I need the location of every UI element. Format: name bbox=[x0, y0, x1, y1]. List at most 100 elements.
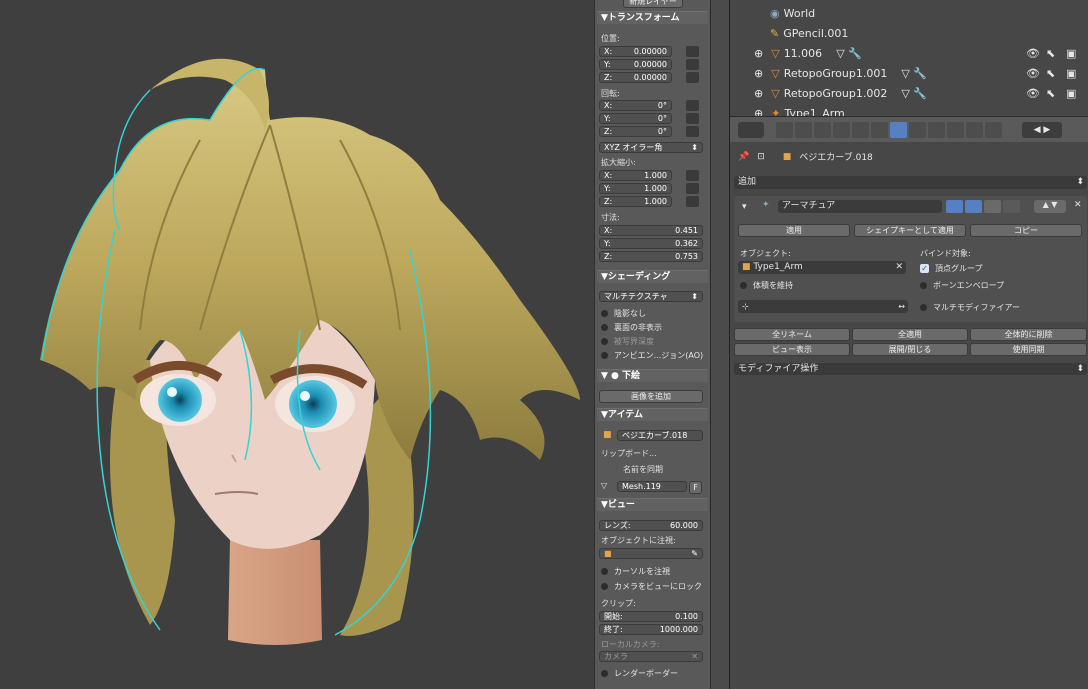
character-head-model[interactable] bbox=[0, 0, 594, 689]
rotation-x-field[interactable]: X: 0° bbox=[599, 100, 672, 111]
expand-collapse-button[interactable]: 展開/閉じる bbox=[852, 343, 968, 356]
toggle-sync-button[interactable]: 使用同期 bbox=[970, 343, 1087, 356]
depth-of-field-toggle[interactable]: 被写界深度 bbox=[601, 336, 654, 347]
editmode-toggle-icon[interactable] bbox=[984, 200, 1001, 213]
data-tab-icon[interactable] bbox=[909, 122, 926, 138]
lock-icon[interactable] bbox=[686, 72, 699, 83]
render-toggle-icon[interactable] bbox=[946, 200, 963, 213]
delete-all-button[interactable]: 全体的に削除 bbox=[970, 328, 1087, 341]
physics-tab-icon[interactable] bbox=[985, 122, 1002, 138]
cage-toggle-icon[interactable] bbox=[1003, 200, 1020, 213]
region-scrollbar[interactable] bbox=[710, 0, 729, 689]
lock-icon[interactable] bbox=[686, 183, 699, 194]
vertex-groups-checkbox[interactable]: ✓ 頂点グループ bbox=[920, 263, 983, 274]
clip-start-field[interactable]: 開始: 0.100 bbox=[599, 611, 703, 622]
constraints-tab-icon[interactable] bbox=[871, 122, 888, 138]
multi-modifier-checkbox[interactable]: マルチモディファイアー bbox=[920, 302, 1020, 313]
sync-name-label[interactable]: 名前を同期 bbox=[623, 464, 663, 475]
outliner-row[interactable]: ✎ GPencil.001 bbox=[730, 24, 1088, 44]
render-tab-icon[interactable] bbox=[776, 122, 793, 138]
3d-viewport[interactable] bbox=[0, 0, 594, 689]
armature-object-field[interactable]: ■ Type1_Arm ✕ bbox=[738, 261, 906, 274]
editor-type-icon[interactable] bbox=[738, 122, 764, 138]
lock-icon[interactable] bbox=[686, 126, 699, 137]
shading-panel-header[interactable]: ▼シェーディング bbox=[597, 270, 708, 283]
modifiers-tab-icon[interactable] bbox=[890, 122, 907, 138]
preserve-volume-checkbox[interactable]: 体積を維持 bbox=[740, 280, 793, 291]
scale-y-field[interactable]: Y: 1.000 bbox=[599, 183, 672, 194]
outliner-row[interactable]: ◉ World bbox=[730, 4, 1088, 24]
modifier-name-field[interactable]: アーマチュア bbox=[778, 200, 942, 213]
rotation-z-field[interactable]: Z: 0° bbox=[599, 126, 672, 137]
dimension-z-field[interactable]: Z: 0.753 bbox=[599, 251, 703, 262]
rotation-y-field[interactable]: Y: 0° bbox=[599, 113, 672, 124]
layers-tab-icon[interactable] bbox=[795, 122, 812, 138]
render-border-toggle[interactable]: レンダーボーダー bbox=[601, 668, 678, 679]
clip-end-field[interactable]: 終了: 1000.000 bbox=[599, 624, 703, 635]
viewport-toggle-icon[interactable] bbox=[965, 200, 982, 213]
add-modifier-select[interactable]: 追加 ⬍ bbox=[734, 176, 1087, 189]
world-tab-icon[interactable] bbox=[833, 122, 850, 138]
lock-camera-toggle[interactable]: カメラをビューにロック bbox=[601, 581, 702, 592]
rotation-mode-select[interactable]: XYZ オイラー角 ⬍ bbox=[599, 142, 703, 153]
move-up-icon[interactable]: ▲ ▼ bbox=[1034, 200, 1066, 213]
collapse-icon[interactable]: ▾ bbox=[742, 202, 747, 212]
lock-icon[interactable] bbox=[686, 170, 699, 181]
lock-icon[interactable] bbox=[686, 46, 699, 57]
location-z-field[interactable]: Z: 0.00000 bbox=[599, 72, 672, 83]
lens-field[interactable]: レンズ: 60.000 bbox=[599, 520, 703, 531]
copy-button[interactable]: コピー bbox=[970, 224, 1082, 237]
bone-envelopes-checkbox[interactable]: ボーンエンベロープ bbox=[920, 280, 1004, 291]
ambient-occlusion-toggle[interactable]: アンビエン...ジョン(AO) bbox=[601, 350, 703, 361]
close-icon[interactable]: ✕ bbox=[1074, 200, 1082, 210]
nav-arrows[interactable]: ◀ ▶ bbox=[1022, 122, 1062, 138]
mesh-data-field[interactable]: Mesh.119 bbox=[617, 481, 687, 492]
location-x-field[interactable]: X: 0.00000 bbox=[599, 46, 672, 57]
add-image-button[interactable]: 画像を追加 bbox=[599, 390, 703, 403]
outliner[interactable]: ◉ World ✎ GPencil.001 ⊕ ▽ 11.006 ▽ 🔧 👁 ⬉ ▣ ⊕ ▽ Ret… bbox=[730, 0, 1088, 116]
apply-as-shape-button[interactable]: シェイプキーとして適用 bbox=[854, 224, 966, 237]
backface-culling-toggle[interactable]: 裏面の非表示 bbox=[601, 322, 662, 333]
lock-icon[interactable] bbox=[686, 196, 699, 207]
viewport-display-button[interactable]: ビュー表示 bbox=[734, 343, 850, 356]
lock-icon[interactable] bbox=[686, 59, 699, 70]
shadeless-toggle[interactable]: 陰影なし bbox=[601, 308, 646, 319]
apply-all-button[interactable]: 全適用 bbox=[852, 328, 968, 341]
background-images-header[interactable]: ▼ ● 下絵 bbox=[597, 369, 708, 382]
local-camera-label: ローカルカメラ: bbox=[601, 640, 660, 649]
new-layer-button[interactable]: 新規レイヤー bbox=[623, 0, 683, 8]
fake-user-button[interactable]: F bbox=[689, 481, 702, 494]
scene-tab-icon[interactable] bbox=[814, 122, 831, 138]
lock-cursor-toggle[interactable]: カーソルを注視 bbox=[601, 566, 670, 577]
texture-tab-icon[interactable] bbox=[947, 122, 964, 138]
outliner-row[interactable]: ⊕ ▽ 11.006 ▽ 🔧 👁 ⬉ ▣ bbox=[730, 44, 1088, 64]
dimension-y-field[interactable]: Y: 0.362 bbox=[599, 238, 703, 249]
material-tab-icon[interactable] bbox=[928, 122, 945, 138]
modifier-ops-select[interactable]: モディファイア操作 ⬍ bbox=[734, 363, 1087, 375]
lock-object-field[interactable]: ■ ✎ bbox=[599, 548, 703, 559]
location-y-field[interactable]: Y: 0.00000 bbox=[599, 59, 672, 70]
shading-mode-select[interactable]: マルチテクスチャ ⬍ bbox=[599, 291, 703, 302]
particles-tab-icon[interactable] bbox=[966, 122, 983, 138]
dimension-x-field[interactable]: X: 0.451 bbox=[599, 225, 703, 236]
clipboard-label[interactable]: リップボード... bbox=[601, 448, 657, 459]
object-data-icon: ⊡ bbox=[757, 151, 765, 162]
scale-z-field[interactable]: Z: 1.000 bbox=[599, 196, 672, 207]
display-toggles[interactable] bbox=[946, 200, 1028, 213]
scale-x-field[interactable]: X: 1.000 bbox=[599, 170, 672, 181]
object-name-field[interactable]: ベジエカーブ.018 bbox=[617, 430, 703, 441]
object-tab-icon[interactable] bbox=[852, 122, 869, 138]
pin-icon[interactable]: 📌 bbox=[738, 152, 749, 162]
local-camera-field[interactable]: カメラ ✕ bbox=[599, 651, 703, 662]
lock-icon[interactable] bbox=[686, 113, 699, 124]
outliner-row[interactable]: ⊕ ▽ RetopoGroup1.002 ▽ 🔧 👁 ⬉ ▣ bbox=[730, 84, 1088, 104]
lock-icon[interactable] bbox=[686, 100, 699, 111]
rename-all-button[interactable]: 全リネーム bbox=[734, 328, 850, 341]
outliner-row[interactable]: ⊕ ✦ Type1_Arm bbox=[730, 104, 1088, 116]
vertex-group-field[interactable]: ⊹ ↔ bbox=[738, 300, 908, 313]
view-panel-header[interactable]: ▼ビュー bbox=[597, 498, 708, 511]
transform-panel-header[interactable]: ▼トランスフォーム bbox=[597, 11, 708, 24]
outliner-row[interactable]: ⊕ ▽ RetopoGroup1.001 ▽ 🔧 👁 ⬉ ▣ bbox=[730, 64, 1088, 84]
apply-button[interactable]: 適用 bbox=[738, 224, 850, 237]
item-panel-header[interactable]: ▼アイテム bbox=[597, 408, 708, 421]
